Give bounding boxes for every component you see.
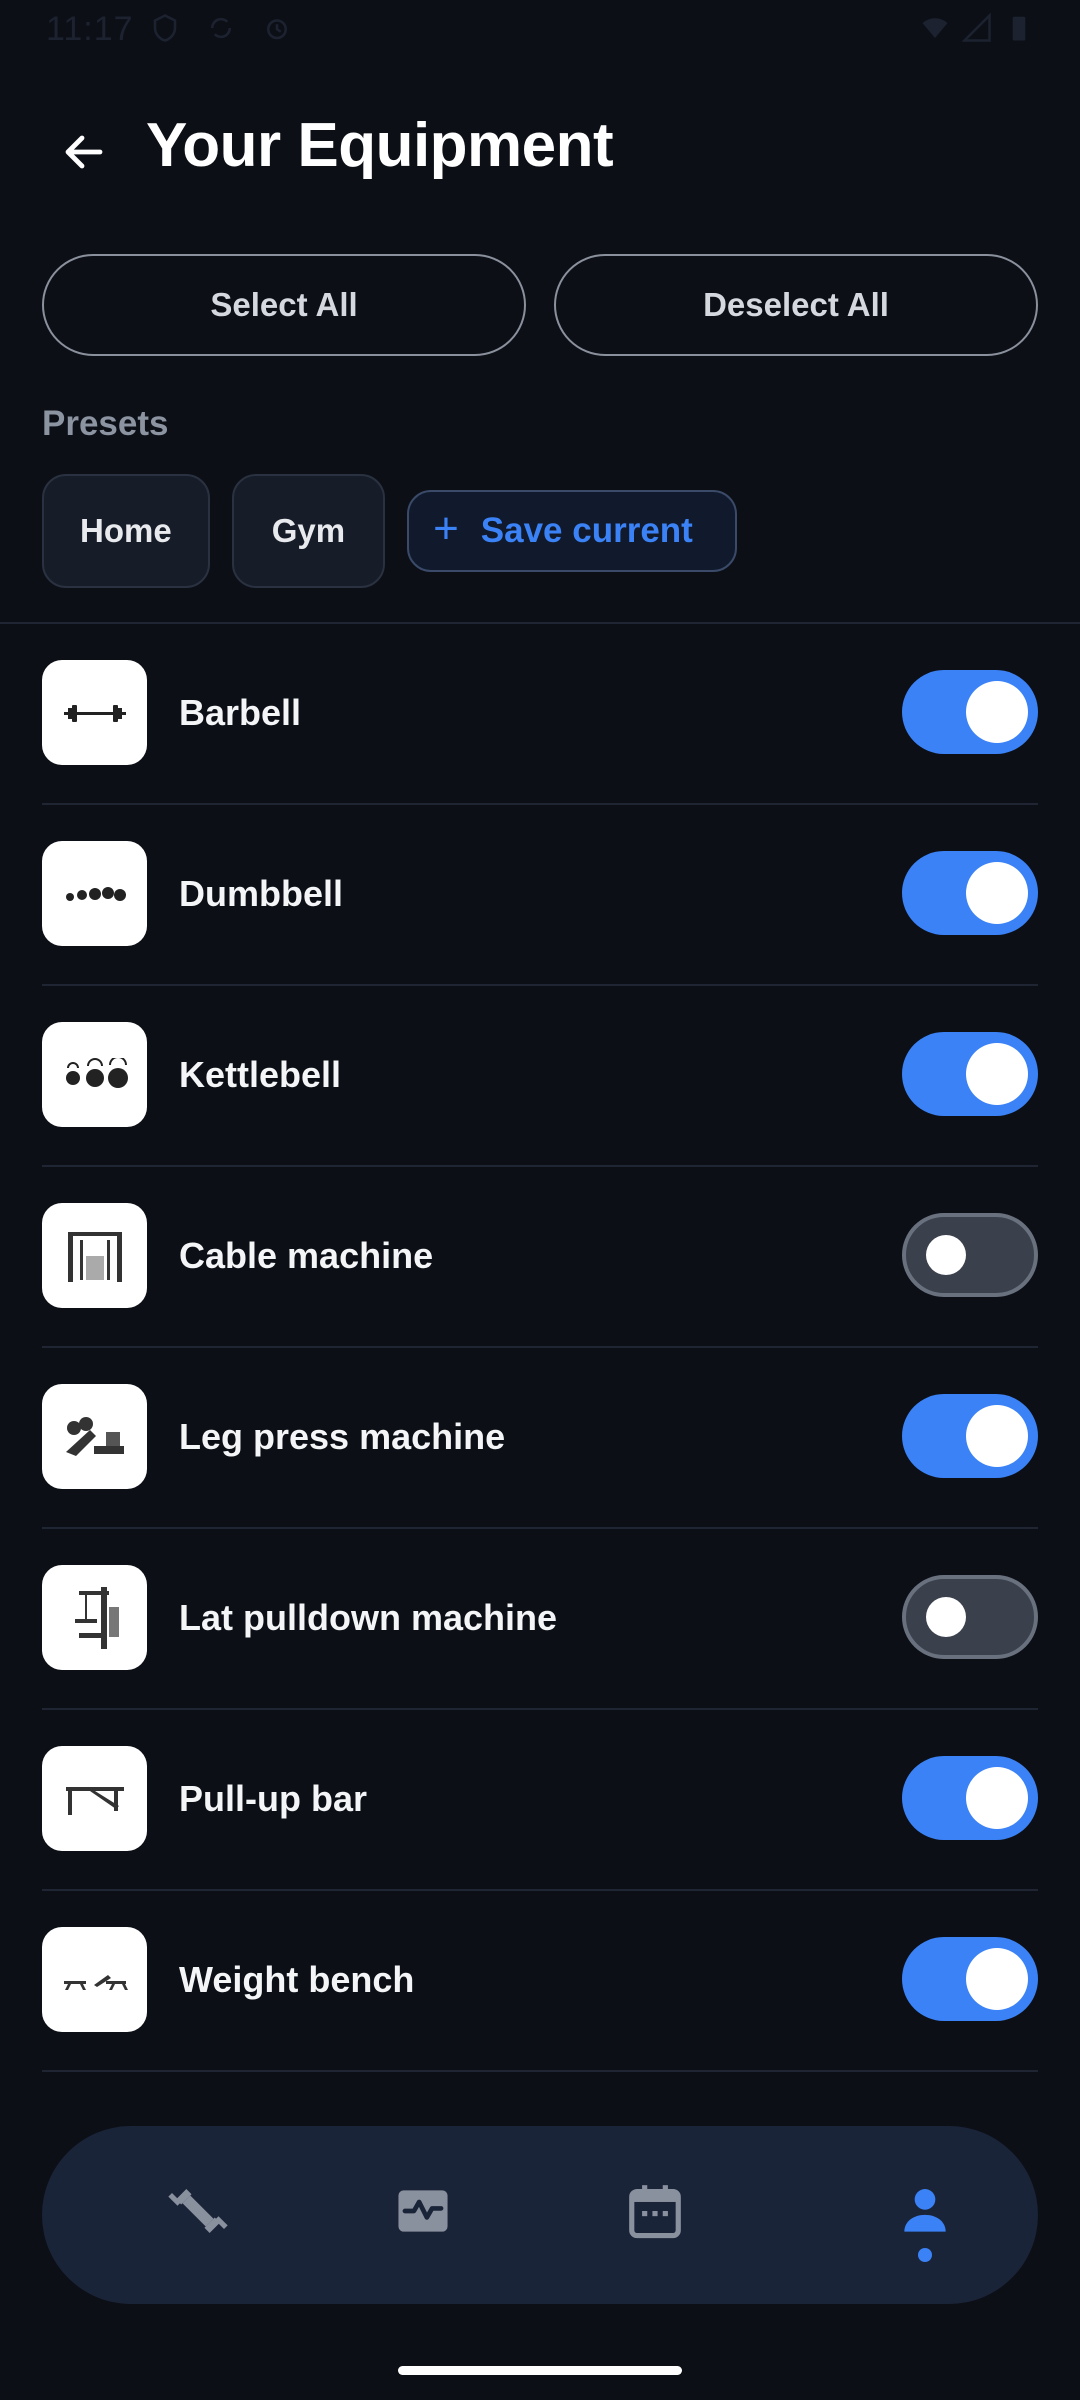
save-current-label: Save current — [480, 511, 693, 550]
leg-press-icon — [42, 1384, 147, 1489]
nav-activity[interactable] — [388, 2176, 458, 2246]
equipment-row-leg-press[interactable]: Leg press machine — [42, 1348, 1038, 1529]
toggle-switch[interactable] — [902, 1756, 1038, 1840]
sync-icon — [210, 17, 232, 39]
lat-pulldown-icon — [42, 1565, 147, 1670]
toggle-knob — [966, 1948, 1028, 2010]
presets-chips: Home Gym + Save current — [42, 474, 737, 588]
weight-bench-icon — [42, 1927, 147, 2032]
back-button[interactable] — [52, 120, 116, 184]
nav-workouts[interactable] — [163, 2176, 233, 2246]
toggle-switch[interactable] — [902, 1575, 1038, 1659]
toggle-knob — [966, 681, 1028, 743]
status-time: 11:17 — [46, 10, 134, 48]
dumbbell-icon — [42, 841, 147, 946]
preset-chip-home[interactable]: Home — [42, 474, 210, 588]
equipment-name: Weight bench — [179, 1959, 415, 2000]
equipment-name: Lat pulldown machine — [179, 1597, 558, 1638]
equipment-name: Cable machine — [179, 1235, 434, 1276]
equipment-name: Pull-up bar — [179, 1778, 367, 1819]
pull-up-bar-icon — [42, 1746, 147, 1851]
signal-icon — [962, 12, 991, 42]
wifi-icon — [922, 18, 948, 38]
equipment-row-lat-pulldown[interactable]: Lat pulldown machine — [42, 1529, 1038, 1710]
deselect-all-button[interactable]: Deselect All — [554, 254, 1038, 356]
nav-profile[interactable] — [890, 2176, 960, 2246]
equipment-name: Dumbbell — [179, 873, 344, 914]
workouts-icon — [168, 2189, 228, 2233]
equipment-row-kettlebell[interactable]: Kettlebell — [42, 986, 1038, 1167]
equipment-name: Barbell — [179, 692, 302, 733]
cable-machine-icon — [42, 1203, 147, 1308]
equipment-row-weight-bench[interactable]: Weight bench — [42, 1891, 1038, 2072]
toggle-knob — [926, 1597, 966, 1637]
nav-calendar[interactable] — [620, 2176, 690, 2246]
toggle-knob — [966, 1405, 1028, 1467]
alarm-icon — [267, 19, 287, 40]
barbell-icon — [42, 660, 147, 765]
equipment-row-dumbbell[interactable]: Dumbbell — [42, 805, 1038, 986]
status-bar: 11:17 — [0, 0, 1080, 60]
status-icons-left — [150, 12, 292, 44]
toggle-switch[interactable] — [902, 1032, 1038, 1116]
active-indicator-dot — [918, 2248, 932, 2262]
toggle-knob — [966, 862, 1028, 924]
equipment-name: Kettlebell — [179, 1054, 342, 1095]
battery-icon — [1012, 16, 1026, 41]
activity-icon — [398, 2190, 448, 2232]
status-icons-right — [920, 12, 1034, 44]
toggle-switch[interactable] — [902, 1394, 1038, 1478]
toggle-switch[interactable] — [902, 851, 1038, 935]
preset-chip-gym[interactable]: Gym — [231, 474, 386, 588]
equipment-list: Barbell Dumbbell Kettlebell Cable machin… — [42, 624, 1038, 2072]
plus-icon: + — [433, 504, 459, 553]
page-title: Your Equipment — [146, 111, 614, 180]
home-indicator[interactable] — [398, 2366, 682, 2375]
toggle-switch[interactable] — [902, 670, 1038, 754]
kettlebell-icon — [42, 1022, 147, 1127]
toggle-knob — [926, 1235, 966, 1275]
equipment-row-cable-machine[interactable]: Cable machine — [42, 1167, 1038, 1348]
arrow-left-icon — [65, 135, 103, 169]
toggle-knob — [966, 1767, 1028, 1829]
equipment-row-pull-up-bar[interactable]: Pull-up bar — [42, 1710, 1038, 1891]
header: Your Equipment — [0, 100, 1080, 200]
selection-actions: Select All Deselect All — [42, 254, 1038, 356]
calendar-icon — [629, 2185, 681, 2239]
toggle-switch[interactable] — [902, 1937, 1038, 2021]
equipment-name: Leg press machine — [179, 1416, 506, 1457]
bottom-navigation — [42, 2126, 1038, 2304]
select-all-button[interactable]: Select All — [42, 254, 526, 356]
toggle-knob — [966, 1043, 1028, 1105]
toggle-switch[interactable] — [902, 1213, 1038, 1297]
shield-icon — [153, 14, 177, 42]
save-current-button[interactable]: + Save current — [407, 490, 737, 572]
equipment-row-barbell[interactable]: Barbell — [42, 624, 1038, 805]
presets-label: Presets — [42, 404, 169, 443]
profile-icon — [904, 2189, 946, 2232]
